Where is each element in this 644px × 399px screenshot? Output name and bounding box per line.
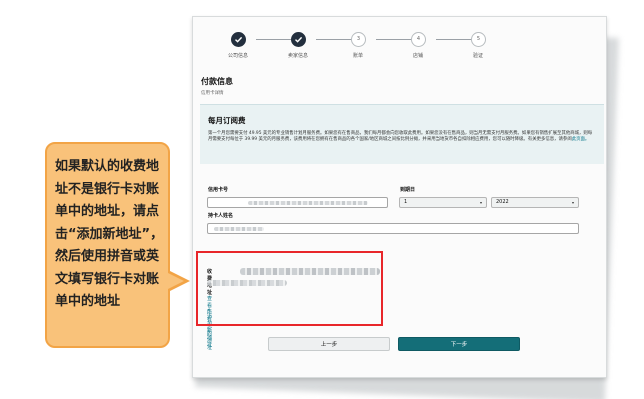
card-number-label: 信用卡号 bbox=[208, 187, 229, 193]
step-label: 验证 bbox=[472, 53, 483, 59]
step-number: 3 bbox=[351, 32, 366, 47]
step-number: 5 bbox=[471, 32, 486, 47]
card-holder-label: 持卡人姓名 bbox=[208, 213, 234, 219]
step-label: 账单 bbox=[352, 53, 363, 59]
payment-subtitle: 信用卡详情 bbox=[201, 91, 224, 96]
expiry-month-select[interactable]: 1 ▾ bbox=[399, 197, 487, 208]
subscription-body: 第一个月您需要支付 49.95 美元的专业销售计划月服务费。如果您有在售商品，我… bbox=[208, 131, 593, 143]
blurred-card-number bbox=[248, 201, 368, 205]
callout-pointer-fill bbox=[166, 272, 184, 290]
step-label: 公司信息 bbox=[227, 53, 248, 59]
payment-title: 付款信息 bbox=[201, 77, 233, 86]
step-store[interactable]: 4 店铺 bbox=[388, 32, 448, 68]
card-holder-input[interactable] bbox=[207, 223, 579, 234]
blurred-holder-name bbox=[214, 227, 264, 231]
step-label: 卖家信息 bbox=[287, 53, 308, 59]
step-label: 店铺 bbox=[412, 53, 423, 59]
expiry-month-value: 1 bbox=[404, 199, 408, 205]
check-icon bbox=[231, 32, 246, 47]
subscription-notice: 每月订阅费 第一个月您需要支付 49.95 美元的专业销售计划月服务费。如果您有… bbox=[200, 104, 604, 164]
expiry-label: 到期日 bbox=[400, 187, 416, 193]
expiry-year-select[interactable]: 2022 ▾ bbox=[491, 197, 579, 208]
subscription-title: 每月订阅费 bbox=[208, 116, 246, 125]
expiry-year-value: 2022 bbox=[496, 199, 509, 205]
previous-button[interactable]: 上一步 bbox=[268, 337, 390, 351]
step-verify[interactable]: 5 验证 bbox=[448, 32, 508, 68]
subscription-link[interactable]: 此页面。 bbox=[572, 137, 590, 142]
screenshot-stage: 公司信息 卖家信息 3 账单 4 店铺 5 验证 付款信息 信用卡详情 每月订阅… bbox=[0, 0, 644, 399]
card-number-input[interactable] bbox=[207, 197, 388, 208]
callout-text: 如果默认的收费地址不是银行卡对账单中的地址，请点击“添加新地址”，然后使用拼音或… bbox=[55, 159, 164, 309]
step-number: 4 bbox=[411, 32, 426, 47]
step-billing[interactable]: 3 账单 bbox=[328, 32, 388, 68]
subscription-text: 第一个月您需要支付 49.95 美元的专业销售计划月服务费。如果您有在售商品，我… bbox=[208, 131, 596, 143]
chevron-down-icon: ▾ bbox=[479, 200, 482, 205]
step-company-info[interactable]: 公司信息 bbox=[208, 32, 268, 68]
instruction-callout: 如果默认的收费地址不是银行卡对账单中的地址，请点击“添加新地址”，然后使用拼音或… bbox=[45, 142, 170, 348]
chevron-down-icon: ▾ bbox=[571, 200, 574, 205]
check-icon bbox=[291, 32, 306, 47]
highlight-box bbox=[196, 251, 383, 326]
step-seller-info[interactable]: 卖家信息 bbox=[268, 32, 328, 68]
next-button[interactable]: 下一步 bbox=[398, 337, 520, 351]
